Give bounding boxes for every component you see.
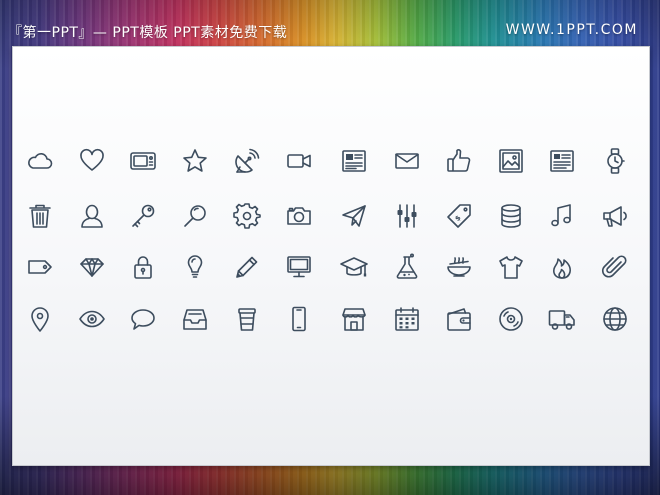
- database-icon: [497, 202, 525, 230]
- graduation-cap-icon: [340, 253, 368, 281]
- svg-text:$: $: [453, 214, 462, 223]
- star-icon: [181, 147, 209, 175]
- heart-icon: [78, 147, 106, 175]
- satellite-dish-icon: [233, 147, 261, 175]
- camera-icon: [285, 202, 313, 230]
- wallet-icon: [445, 305, 473, 333]
- envelope-icon: [393, 147, 421, 175]
- eye-icon: [78, 305, 106, 333]
- picture-icon: [497, 147, 525, 175]
- coffee-cup-icon: [233, 305, 261, 333]
- t-shirt-icon: [497, 253, 525, 281]
- trash-icon: [26, 202, 54, 230]
- document-icon: [548, 147, 576, 175]
- flask-icon: [393, 253, 421, 281]
- speech-bubble-icon: [129, 305, 157, 333]
- calendar-icon: [393, 305, 421, 333]
- compact-disc-icon: [497, 305, 525, 333]
- user-icon: [78, 202, 106, 230]
- inbox-tray-icon: [181, 305, 209, 333]
- delivery-truck-icon: [548, 305, 576, 333]
- thumbs-up-icon: [445, 147, 473, 175]
- diamond-icon: [78, 253, 106, 281]
- slide-header: 『第一PPT』— PPT模板 PPT素材免费下载 WWW.1PPT.COM: [0, 0, 660, 44]
- equalizer-icon: [393, 202, 421, 230]
- magnifier-icon: [181, 202, 209, 230]
- map-pin-icon: [26, 305, 54, 333]
- price-tag-icon: $: [445, 202, 473, 230]
- newspaper-icon: [340, 147, 368, 175]
- paperclip-icon: [601, 253, 629, 281]
- noodle-bowl-icon: [445, 253, 473, 281]
- globe-icon: [601, 305, 629, 333]
- site-url: WWW.1PPT.COM: [505, 22, 638, 38]
- key-icon: [129, 202, 157, 230]
- smartphone-icon: [285, 305, 313, 333]
- fire-icon: [548, 253, 576, 281]
- megaphone-icon: [601, 202, 629, 230]
- storefront-icon: [340, 305, 368, 333]
- wristwatch-icon: [601, 147, 629, 175]
- lightbulb-icon: [181, 253, 209, 281]
- paper-plane-icon: [340, 202, 368, 230]
- monitor-icon: [285, 253, 313, 281]
- icon-panel: $: [12, 46, 650, 466]
- cloud-icon: [26, 147, 54, 175]
- music-note-icon: [548, 202, 576, 230]
- padlock-icon: [129, 253, 157, 281]
- video-camera-icon: [285, 147, 313, 175]
- gear-icon: [233, 202, 261, 230]
- tv-icon: [129, 147, 157, 175]
- tag-icon: [26, 253, 54, 281]
- pencil-icon: [233, 253, 261, 281]
- site-title: 『第一PPT』— PPT模板 PPT素材免费下载: [8, 25, 288, 41]
